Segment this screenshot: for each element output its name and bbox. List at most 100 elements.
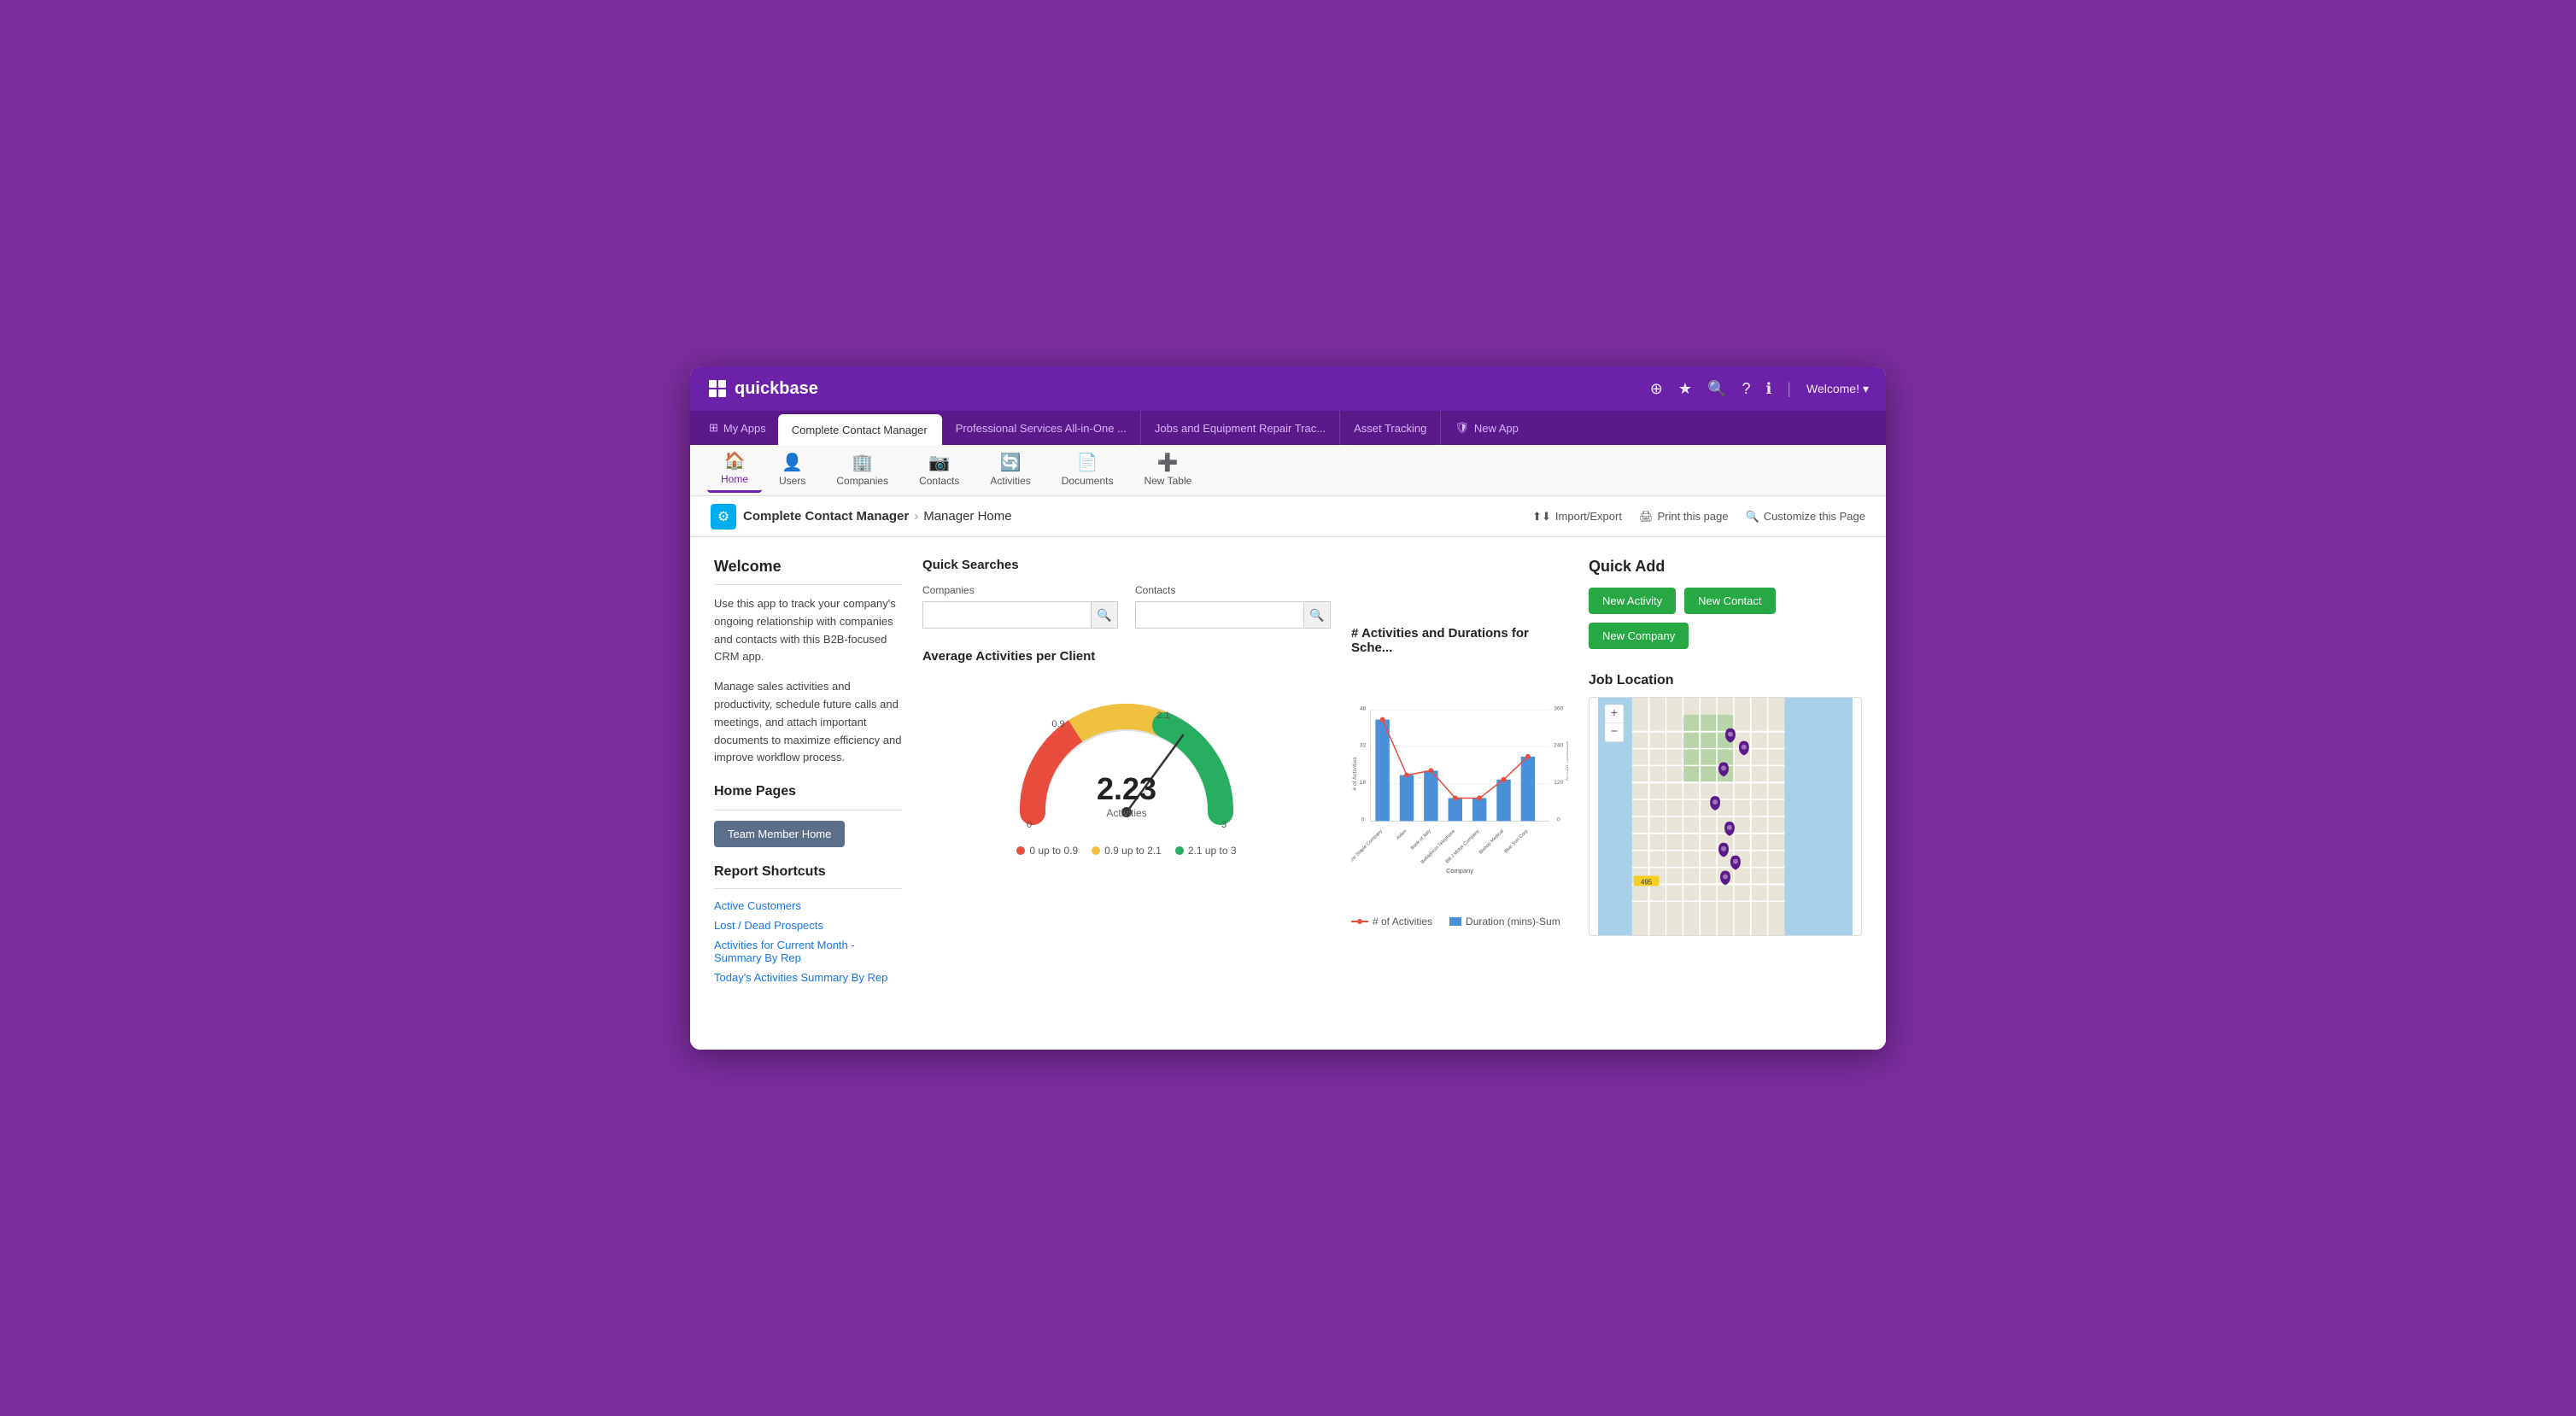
info-icon[interactable]: ℹ (1765, 380, 1771, 398)
bar-0 (1375, 720, 1389, 822)
quick-searches-row: Companies 🔍 Contacts 🔍 (922, 584, 1331, 629)
new-contact-button[interactable]: New Contact (1684, 588, 1775, 614)
svg-text:120: 120 (1554, 780, 1563, 786)
contacts-icon: 📷 (928, 454, 950, 471)
breadcrumb: Complete Contact Manager › Manager Home (743, 509, 1012, 524)
nav-contacts[interactable]: 📷 Contacts (905, 449, 973, 492)
nav-new-table[interactable]: ➕ New Table (1130, 449, 1205, 492)
nav-companies[interactable]: 🏢 Companies (823, 449, 902, 492)
app-tabs-bar: ⊞ My Apps Complete Contact Manager Profe… (690, 411, 1886, 445)
svg-text:3: 3 (1221, 820, 1227, 830)
line-point-3 (1453, 795, 1458, 800)
legend-bar-icon (1449, 916, 1461, 927)
middle-right-column: # Activities and Durations for Sche... 4… (1351, 558, 1568, 1029)
svg-text:−: − (1611, 724, 1618, 738)
breadcrumb-app-name: Complete Contact Manager (743, 509, 909, 524)
top-nav: quickbase ⊕ ★ 🔍 ? ℹ | Welcome! ▾ (690, 366, 1886, 411)
middle-left-column: Quick Searches Companies 🔍 Contacts 🔍 (922, 558, 1331, 1029)
new-company-button[interactable]: New Company (1589, 623, 1689, 649)
svg-text:Activities: Activities (1106, 807, 1146, 819)
svg-text:0: 0 (1027, 820, 1032, 830)
nav-home[interactable]: 🏠 Home (707, 448, 762, 493)
contacts-search-input[interactable] (1135, 601, 1303, 629)
svg-text:0: 0 (1557, 816, 1560, 822)
add-icon[interactable]: ⊕ (1650, 380, 1663, 398)
gauge-legend: 0 up to 0.9 0.9 up to 2.1 2.1 up to 3 (1016, 845, 1236, 857)
legend-duration-bar: Duration (mins)-Sum (1449, 916, 1560, 927)
tab-asset-tracking[interactable]: Asset Tracking (1340, 411, 1441, 445)
star-icon[interactable]: ★ (1678, 380, 1692, 398)
svg-text:Alden: Alden (1396, 828, 1408, 840)
top-nav-actions: ⊕ ★ 🔍 ? ℹ | Welcome! ▾ (1650, 380, 1869, 398)
table-nav: 🏠 Home 👤 Users 🏢 Companies 📷 Contacts 🔄 … (690, 445, 1886, 496)
my-apps-tab[interactable]: ⊞ My Apps (697, 411, 778, 445)
left-column: Welcome Use this app to track your compa… (714, 558, 902, 1029)
welcome-chevron-icon: ▾ (1863, 382, 1869, 396)
legend-red-label: 0 up to 0.9 (1029, 845, 1078, 857)
legend-green: 2.1 up to 3 (1175, 845, 1237, 857)
tab-new-app[interactable]: 🛡 New App (1441, 411, 1532, 445)
legend-line-icon (1351, 916, 1368, 927)
bar-3 (1449, 798, 1462, 821)
welcome-text-2: Manage sales activities and productivity… (714, 678, 902, 767)
svg-text:0: 0 (1361, 816, 1365, 822)
welcome-menu[interactable]: Welcome! ▾ (1806, 382, 1869, 396)
report-link-1[interactable]: Lost / Dead Prospects (714, 919, 902, 932)
team-member-home-button[interactable]: Team Member Home (714, 821, 845, 847)
contacts-search-button[interactable]: 🔍 (1303, 601, 1331, 629)
companies-icon: 🏢 (852, 454, 873, 471)
nav-documents[interactable]: 📄 Documents (1048, 449, 1127, 492)
companies-search-input[interactable] (922, 601, 1091, 629)
customize-icon: 🔍 (1746, 510, 1759, 524)
gauge-chart: 0 0.9 2.1 3 2.23 Activities 0 up to 0.9 (922, 676, 1331, 865)
svg-text:0.9: 0.9 (1051, 719, 1064, 729)
tab-complete-contact-manager[interactable]: Complete Contact Manager (778, 414, 942, 445)
companies-search-button[interactable]: 🔍 (1091, 601, 1118, 629)
svg-text:Duration (mins): Duration (mins) (1566, 741, 1568, 781)
welcome-text: Welcome! (1806, 382, 1859, 395)
new-app-icon: 🛡 (1455, 421, 1469, 435)
legend-yellow-dot (1092, 846, 1100, 855)
report-shortcuts-title: Report Shortcuts (714, 864, 902, 880)
line-point-4 (1477, 795, 1482, 800)
quickbase-logo-icon (707, 378, 728, 399)
tab-professional-services[interactable]: Professional Services All-in-One ... (942, 411, 1141, 445)
welcome-title: Welcome (714, 558, 902, 576)
customize-action[interactable]: 🔍 Customize this Page (1746, 510, 1865, 524)
my-apps-label: My Apps (723, 422, 766, 435)
breadcrumb-page-name: Manager Home (923, 509, 1011, 524)
line-point-5 (1502, 777, 1507, 782)
documents-icon: 📄 (1077, 454, 1098, 471)
new-activity-button[interactable]: New Activity (1589, 588, 1676, 614)
contacts-input-row: 🔍 (1135, 601, 1331, 629)
print-action[interactable]: 🖨 Print this page (1639, 510, 1729, 524)
customize-label: Customize this Page (1764, 510, 1865, 523)
nav-users[interactable]: 👤 Users (765, 449, 819, 492)
browser-frame: quickbase ⊕ ★ 🔍 ? ℹ | Welcome! ▾ ⊞ My Ap… (690, 366, 1886, 1050)
report-link-2[interactable]: Activities for Current Month - Summary B… (714, 939, 902, 964)
report-link-0[interactable]: Active Customers (714, 899, 902, 912)
legend-yellow: 0.9 up to 2.1 (1092, 845, 1162, 857)
activities-chart-title: # Activities and Durations for Sche... (1351, 626, 1568, 655)
avg-activities-title: Average Activities per Client (922, 649, 1331, 664)
report-link-3[interactable]: Today's Activities Summary By Rep (714, 971, 902, 984)
job-location-title: Job Location (1589, 673, 1862, 688)
legend-red: 0 up to 0.9 (1016, 845, 1078, 857)
import-export-icon: ⬆⬇ (1532, 510, 1551, 524)
help-icon[interactable]: ? (1742, 380, 1750, 398)
search-icon[interactable]: 🔍 (1707, 380, 1726, 398)
welcome-text-1: Use this app to track your company's ong… (714, 595, 902, 666)
svg-text:+: + (1611, 705, 1618, 719)
line-point-0 (1380, 717, 1385, 723)
breadcrumb-separator: › (914, 509, 918, 524)
legend-green-dot (1175, 846, 1184, 855)
bar-1 (1400, 775, 1414, 822)
logo-text: quickbase (735, 379, 818, 399)
bar-6 (1521, 757, 1535, 821)
breadcrumb-bar: ⚙ Complete Contact Manager › Manager Hom… (690, 496, 1886, 537)
import-export-action[interactable]: ⬆⬇ Import/Export (1532, 510, 1622, 524)
tab-jobs-equipment[interactable]: Jobs and Equipment Repair Trac... (1141, 411, 1340, 445)
nav-activities[interactable]: 🔄 Activities (976, 449, 1044, 492)
settings-icon[interactable]: ⚙ (711, 504, 736, 530)
svg-text:Acme Staple Company: Acme Staple Company (1351, 828, 1384, 867)
